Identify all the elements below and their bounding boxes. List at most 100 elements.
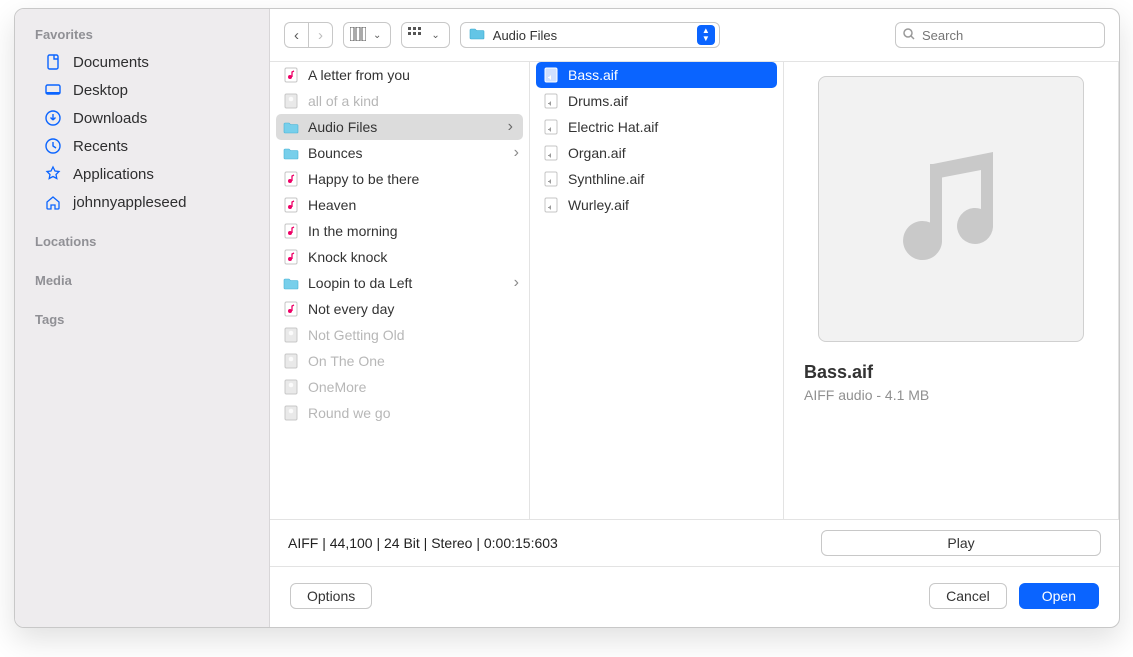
audio-file-icon: [542, 196, 560, 214]
song-file-icon: [282, 66, 300, 84]
list-item-label: Not every day: [308, 301, 394, 317]
list-item[interactable]: Happy to be there: [270, 166, 529, 192]
sidebar-item-home[interactable]: johnnyappleseed: [15, 188, 269, 216]
cancel-button[interactable]: Cancel: [929, 583, 1007, 609]
song-file-icon: [282, 170, 300, 188]
audio-file-icon: [542, 92, 560, 110]
list-item-label: In the morning: [308, 223, 398, 239]
back-button[interactable]: ‹: [284, 22, 308, 48]
audio-file-icon: [542, 170, 560, 188]
sidebar-heading-tags[interactable]: Tags: [15, 304, 269, 333]
preview-column: Bass.aif AIFF audio - 4.1 MB: [784, 62, 1119, 519]
list-item[interactable]: Round we go: [270, 400, 529, 426]
list-item[interactable]: Knock knock: [270, 244, 529, 270]
list-item-label: Knock knock: [308, 249, 387, 265]
list-item[interactable]: Synthline.aif: [530, 166, 783, 192]
list-item[interactable]: Bounces: [270, 140, 529, 166]
view-columns-button[interactable]: ⌄: [343, 22, 391, 48]
list-item[interactable]: all of a kind: [270, 88, 529, 114]
list-item-label: Loopin to da Left: [308, 275, 412, 291]
list-item[interactable]: Drums.aif: [530, 88, 783, 114]
chevron-down-icon: ⌄: [370, 30, 384, 41]
column-view: A letter from you all of a kind Audio File…: [270, 61, 1119, 520]
nav-group: ‹ ›: [284, 22, 333, 48]
song-file-icon: [282, 222, 300, 240]
search-input[interactable]: [922, 28, 1098, 43]
list-item[interactable]: Wurley.aif: [530, 192, 783, 218]
open-dialog: Favorites Documents Desktop Downloads Re…: [14, 8, 1120, 628]
list-item[interactable]: OneMore: [270, 374, 529, 400]
list-item[interactable]: Not Getting Old: [270, 322, 529, 348]
list-item[interactable]: Organ.aif: [530, 140, 783, 166]
preview-thumbnail[interactable]: [818, 76, 1084, 342]
sidebar-item-desktop[interactable]: Desktop: [15, 76, 269, 104]
list-item[interactable]: Audio Files: [276, 114, 523, 140]
sidebar-item-downloads[interactable]: Downloads: [15, 104, 269, 132]
project-file-icon: [282, 352, 300, 370]
list-item-label: Bounces: [308, 145, 362, 161]
open-button[interactable]: Open: [1019, 583, 1099, 609]
list-item-label: Electric Hat.aif: [568, 119, 658, 135]
sidebar-item-recents[interactable]: Recents: [15, 132, 269, 160]
list-item-label: Bass.aif: [568, 67, 618, 83]
project-file-icon: [282, 404, 300, 422]
list-item[interactable]: Heaven: [270, 192, 529, 218]
song-file-icon: [282, 196, 300, 214]
folder-icon: [282, 144, 300, 162]
project-file-icon: [282, 326, 300, 344]
sidebar-item-applications[interactable]: Applications: [15, 160, 269, 188]
forward-button[interactable]: ›: [308, 22, 333, 48]
list-item-label: all of a kind: [308, 93, 379, 109]
chevron-down-icon: ⌄: [428, 30, 442, 41]
footer: Options Cancel Open: [270, 567, 1119, 627]
sidebar-item-label: Downloads: [73, 110, 147, 127]
clock-icon: [43, 136, 63, 156]
document-icon: [43, 52, 63, 72]
list-item[interactable]: Bass.aif: [536, 62, 777, 88]
sidebar: Favorites Documents Desktop Downloads Re…: [15, 9, 270, 627]
column-1[interactable]: A letter from you all of a kind Audio File…: [270, 62, 530, 519]
music-note-icon: [876, 134, 1026, 284]
list-item[interactable]: In the morning: [270, 218, 529, 244]
app-icon: [43, 164, 63, 184]
list-item-label: OneMore: [308, 379, 366, 395]
grid-icon: [408, 27, 424, 44]
folder-icon: [282, 274, 300, 292]
list-item-label: Happy to be there: [308, 171, 419, 187]
list-item-label: A letter from you: [308, 67, 410, 83]
audio-file-icon: [542, 118, 560, 136]
group-by-button[interactable]: ⌄: [401, 22, 449, 48]
song-file-icon: [282, 300, 300, 318]
list-item[interactable]: On The One: [270, 348, 529, 374]
list-item-label: Wurley.aif: [568, 197, 629, 213]
list-item-label: Round we go: [308, 405, 391, 421]
list-item-label: On The One: [308, 353, 385, 369]
sidebar-item-label: Documents: [73, 54, 149, 71]
sidebar-item-documents[interactable]: Documents: [15, 48, 269, 76]
list-item[interactable]: Loopin to da Left: [270, 270, 529, 296]
desktop-icon: [43, 80, 63, 100]
folder-icon: [469, 27, 485, 43]
audio-file-icon: [542, 144, 560, 162]
project-file-icon: [282, 378, 300, 396]
column-2[interactable]: Bass.aif Drums.aif Electric Hat.aif Organ.a…: [530, 62, 784, 519]
options-button[interactable]: Options: [290, 583, 372, 609]
sidebar-item-label: Desktop: [73, 82, 128, 99]
toolbar: ‹ › ⌄ ⌄: [270, 9, 1119, 61]
list-item[interactable]: Not every day: [270, 296, 529, 322]
list-item[interactable]: Electric Hat.aif: [530, 114, 783, 140]
audio-status: AIFF | 44,100 | 24 Bit | Stereo | 0:00:1…: [288, 535, 809, 551]
sidebar-heading-locations[interactable]: Locations: [15, 226, 269, 255]
sidebar-heading-media[interactable]: Media: [15, 265, 269, 294]
list-item[interactable]: A letter from you: [270, 62, 529, 88]
play-button[interactable]: Play: [821, 530, 1101, 556]
chevron-left-icon: ‹: [291, 27, 302, 44]
project-file-icon: [282, 92, 300, 110]
sidebar-item-label: Recents: [73, 138, 128, 155]
list-item-label: Drums.aif: [568, 93, 628, 109]
search-field[interactable]: [895, 22, 1105, 48]
list-item-label: Not Getting Old: [308, 327, 405, 343]
location-popup[interactable]: Audio Files ▲▼: [460, 22, 720, 48]
home-icon: [43, 192, 63, 212]
audio-file-icon: [542, 66, 560, 84]
